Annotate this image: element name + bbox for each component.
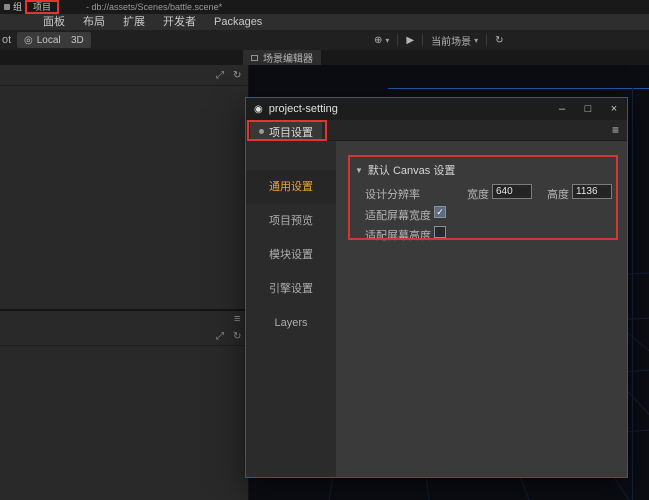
globe-icon: ◎ (24, 34, 33, 46)
hierarchy-panel: ⤢ ↻ (0, 65, 248, 309)
menu-item-extension[interactable]: 扩展 (114, 14, 154, 30)
menu-item-packages[interactable]: Packages (205, 14, 271, 30)
chevron-down-icon: ▾ (385, 35, 390, 45)
menu-item-layout[interactable]: 布局 (74, 14, 114, 30)
menu-item-group[interactable]: 组 (13, 0, 22, 14)
sidebar-item-engine-settings[interactable]: 引擎设置 (246, 272, 336, 306)
scene-select-value: 当前场景 (431, 36, 472, 48)
dialog-tabstrip: 项目设置 ≡ (246, 120, 627, 141)
dialog-titlebar[interactable]: ◉ project-setting – □ × (246, 98, 627, 120)
tab-scene-editor[interactable]: 场景编辑器 (243, 50, 321, 65)
toolbar-right-group: ⊕ ▾ ▶ 当前场景 ▾ ↻ (366, 30, 512, 50)
menu-item-developer[interactable]: 开发者 (154, 14, 205, 30)
editor-tabbar: 场景编辑器 (0, 50, 649, 65)
browser-icon: ⊕ (374, 34, 383, 46)
annotation-box-project-menu: 项目 (25, 0, 59, 14)
refresh-icon: ↻ (495, 34, 504, 46)
window-titlebar: 组 项目 - db://assets/Scenes/battle.scene* (0, 0, 649, 14)
refresh-icon[interactable]: ↻ (233, 331, 241, 343)
mode-3d-label: 3D (71, 34, 84, 46)
expand-icon[interactable]: ⤢ (216, 331, 224, 343)
hamburger-menu-icon[interactable]: ≡ (612, 120, 619, 141)
minimize-button[interactable]: – (549, 98, 575, 120)
annotation-box-settings-tab (247, 120, 327, 141)
annotation-box-canvas-settings (348, 155, 618, 240)
scene-select-dropdown[interactable]: 当前场景 ▾ (423, 30, 486, 50)
pivot-mode-label[interactable]: ot (2, 30, 11, 50)
panel-divider (0, 85, 248, 86)
window-title: - db://assets/Scenes/battle.scene* (86, 2, 223, 12)
play-button[interactable]: ▶ (398, 30, 422, 50)
scene-tab-icon (251, 54, 258, 61)
cocos-logo-icon: ◉ (254, 103, 263, 115)
local-coords-button[interactable]: ◎ Local (17, 32, 68, 48)
menu-item-panel[interactable]: 面板 (34, 14, 74, 30)
preview-target-button[interactable]: ⊕ ▾ (366, 30, 397, 50)
menu-bar: 面板 布局 扩展 开发者 Packages (0, 14, 649, 30)
editor-window: 组 项目 - db://assets/Scenes/battle.scene* … (0, 0, 649, 500)
panel-menu-icon[interactable]: ≡ (234, 313, 240, 325)
sidebar-item-layers[interactable]: Layers (246, 306, 336, 340)
sidebar-item-general-settings[interactable]: 通用设置 (246, 170, 336, 204)
panel-divider (0, 345, 248, 346)
mode-3d-button[interactable]: 3D (64, 32, 91, 48)
window-controls: – □ × (549, 98, 627, 120)
canvas-guide-line-horizontal (388, 88, 649, 89)
sidebar-item-module-settings[interactable]: 模块设置 (246, 238, 336, 272)
project-setting-dialog: ◉ project-setting – □ × 项目设置 ≡ 通用设置 项目预览… (245, 97, 628, 478)
app-icon (4, 4, 10, 10)
assets-panel: ≡ ⤢ ↻ (0, 311, 248, 500)
settings-content: ▼ 默认 Canvas 设置 设计分辨率 宽度 高度 适配屏幕宽度 ✓ 适配屏幕… (336, 141, 627, 477)
dialog-body: 通用设置 项目预览 模块设置 引擎设置 Layers ▼ 默认 Canvas 设… (246, 141, 627, 477)
toolbar: ot ◎ Local 3D ⊕ ▾ ▶ 当前场景 ▾ ↻ (0, 30, 649, 50)
expand-icon[interactable]: ⤢ (216, 70, 224, 82)
dialog-title: project-setting (268, 103, 338, 115)
play-icon: ▶ (406, 34, 415, 46)
chevron-down-icon: ▾ (474, 35, 479, 45)
refresh-button[interactable]: ↻ (487, 30, 511, 50)
maximize-button[interactable]: □ (575, 98, 601, 120)
refresh-icon[interactable]: ↻ (233, 70, 241, 82)
scene-tab-label: 场景编辑器 (263, 54, 313, 65)
local-coords-label: Local (36, 34, 61, 46)
sidebar-item-project-preview[interactable]: 项目预览 (246, 204, 336, 238)
menu-item-project[interactable]: 项目 (27, 2, 57, 12)
settings-sidebar: 通用设置 项目预览 模块设置 引擎设置 Layers (246, 141, 336, 477)
close-button[interactable]: × (601, 98, 627, 120)
